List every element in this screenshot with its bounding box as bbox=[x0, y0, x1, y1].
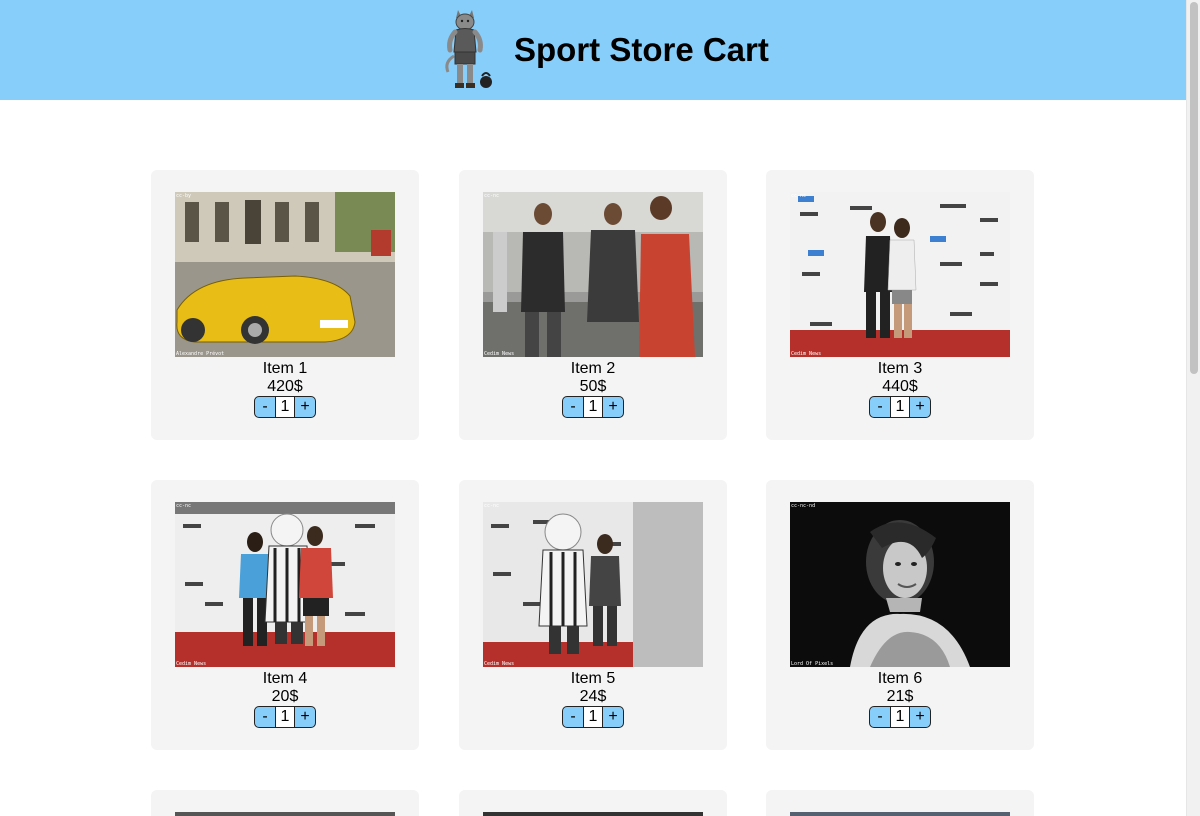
product-card-4: cc-nc Cedim News Item 4 20$ - 1 + bbox=[151, 480, 419, 750]
photo-credit: Lord Of Pixels bbox=[791, 661, 834, 667]
quantity-stepper: - 1 + bbox=[254, 706, 316, 728]
product-image-3: cc-nc Cedim News bbox=[790, 192, 1010, 357]
quantity-value[interactable]: 1 bbox=[584, 706, 602, 728]
product-image-7 bbox=[175, 812, 395, 816]
product-card-2: cc-nc Cedim News Item 2 50$ - 1 + bbox=[459, 170, 727, 440]
mascot-logo-icon bbox=[440, 6, 496, 92]
product-image-9 bbox=[790, 812, 1010, 816]
increase-quantity-button[interactable]: + bbox=[909, 706, 931, 728]
product-card-5: cc-nc Cedim News Item 5 24$ - 1 + bbox=[459, 480, 727, 750]
product-image-8 bbox=[483, 812, 703, 816]
quantity-stepper: - 1 + bbox=[254, 396, 316, 418]
product-card-6: cc-nc-nd Lord Of Pixels Item 6 21$ - 1 + bbox=[766, 480, 1034, 750]
quantity-stepper: - 1 + bbox=[869, 706, 931, 728]
decrease-quantity-button[interactable]: - bbox=[254, 706, 276, 728]
product-name: Item 6 bbox=[877, 670, 923, 687]
increase-quantity-button[interactable]: + bbox=[294, 706, 316, 728]
product-image-2: cc-nc Cedim News bbox=[483, 192, 703, 357]
photo-credit: Cedim News bbox=[484, 351, 515, 357]
increase-quantity-button[interactable]: + bbox=[294, 396, 316, 418]
product-price: 20$ bbox=[271, 688, 299, 705]
photo-credit: Cedim News bbox=[484, 661, 515, 667]
product-name: Item 5 bbox=[570, 670, 616, 687]
decrease-quantity-button[interactable]: - bbox=[869, 396, 891, 418]
quantity-value[interactable]: 1 bbox=[891, 396, 909, 418]
increase-quantity-button[interactable]: + bbox=[602, 396, 624, 418]
increase-quantity-button[interactable]: + bbox=[909, 396, 931, 418]
decrease-quantity-button[interactable]: - bbox=[562, 396, 584, 418]
quantity-stepper: - 1 + bbox=[869, 396, 931, 418]
product-image-6: cc-nc-nd Lord Of Pixels bbox=[790, 502, 1010, 667]
product-card-3: cc-nc Cedim News Item 3 440$ - 1 + bbox=[766, 170, 1034, 440]
license-badge: cc-nc bbox=[484, 503, 500, 509]
photo-credit: Alexandre Prévot bbox=[176, 351, 225, 357]
photo-credit: Cedim News bbox=[176, 661, 207, 667]
decrease-quantity-button[interactable]: - bbox=[869, 706, 891, 728]
decrease-quantity-button[interactable]: - bbox=[562, 706, 584, 728]
product-price: 50$ bbox=[579, 378, 607, 395]
license-badge: cc-nc bbox=[176, 503, 192, 509]
product-image-1: cc-by Alexandre Prévot bbox=[175, 192, 395, 357]
product-price: 420$ bbox=[267, 378, 303, 395]
product-image-5: cc-nc Cedim News bbox=[483, 502, 703, 667]
quantity-stepper: - 1 + bbox=[562, 706, 624, 728]
product-name: Item 3 bbox=[877, 360, 923, 377]
product-card-7 bbox=[151, 790, 419, 816]
product-name: Item 2 bbox=[570, 360, 616, 377]
license-badge: cc-nc-nd bbox=[791, 503, 816, 509]
decrease-quantity-button[interactable]: - bbox=[254, 396, 276, 418]
product-price: 21$ bbox=[886, 688, 914, 705]
product-image-4: cc-nc Cedim News bbox=[175, 502, 395, 667]
quantity-value[interactable]: 1 bbox=[891, 706, 909, 728]
page-title: Sport Store Cart bbox=[514, 31, 769, 68]
product-card-8 bbox=[459, 790, 727, 816]
vertical-scrollbar[interactable] bbox=[1186, 0, 1200, 816]
license-badge: cc-nc bbox=[484, 193, 500, 199]
scrollbar-thumb[interactable] bbox=[1190, 2, 1198, 374]
product-price: 440$ bbox=[882, 378, 918, 395]
product-name: Item 1 bbox=[262, 360, 308, 377]
license-badge: cc-by bbox=[176, 193, 192, 199]
quantity-value[interactable]: 1 bbox=[276, 396, 294, 418]
photo-credit: Cedim News bbox=[791, 351, 822, 357]
product-card-9 bbox=[766, 790, 1034, 816]
product-price: 24$ bbox=[579, 688, 607, 705]
license-badge: cc-nc bbox=[791, 193, 807, 199]
quantity-value[interactable]: 1 bbox=[584, 396, 602, 418]
product-name: Item 4 bbox=[262, 670, 308, 687]
quantity-stepper: - 1 + bbox=[562, 396, 624, 418]
site-header: Sport Store Cart bbox=[0, 0, 1186, 100]
increase-quantity-button[interactable]: + bbox=[602, 706, 624, 728]
product-card-1: cc-by Alexandre Prévot Item 1 420$ - 1 + bbox=[151, 170, 419, 440]
quantity-value[interactable]: 1 bbox=[276, 706, 294, 728]
